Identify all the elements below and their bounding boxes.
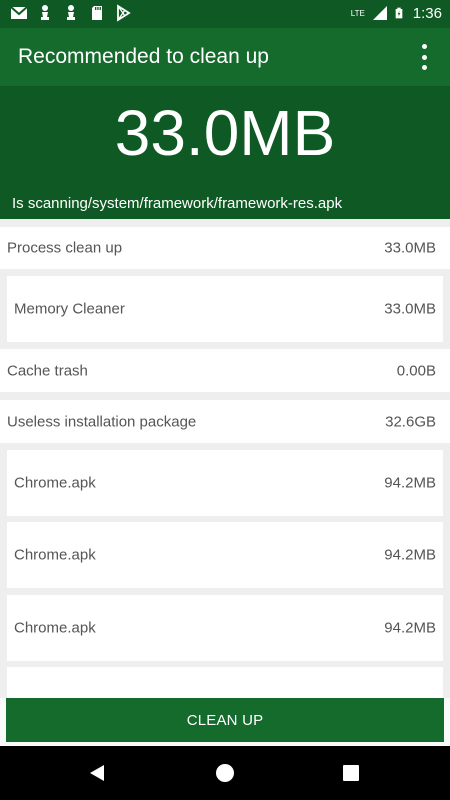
- more-vert-icon[interactable]: [412, 44, 436, 70]
- clean-list[interactable]: Process clean up 33.0MB Memory Cleaner 3…: [0, 219, 450, 698]
- list-item-useless-installation-package[interactable]: Useless installation package 32.6GB: [0, 400, 450, 443]
- battery-charging-icon: [395, 7, 403, 19]
- notification-icons: [10, 4, 132, 22]
- list-item-value: 33.0MB: [384, 300, 436, 318]
- page-title: Recommended to clean up: [18, 45, 269, 68]
- play-store-icon: [117, 4, 131, 22]
- network-label: LTE: [350, 8, 365, 18]
- list-item-memory-cleaner[interactable]: Memory Cleaner 33.0MB: [7, 276, 443, 342]
- app-bar: Recommended to clean up: [0, 28, 450, 86]
- list-item-label: Chrome.apk: [14, 474, 96, 492]
- system-status: LTE 1:36: [351, 4, 442, 22]
- clock: 1:36: [412, 4, 442, 22]
- list-item-apk[interactable]: Chrome.apk 94.2MB: [7, 522, 443, 588]
- list-item-value: 32.6GB: [385, 413, 436, 430]
- list-item-label: Memory Cleaner: [14, 300, 125, 318]
- clean-up-button[interactable]: CLEAN UP: [6, 698, 444, 742]
- sd-card-icon: [92, 6, 102, 20]
- list-item-label: Chrome.apk: [14, 546, 96, 564]
- list-item-value: 0.00B: [396, 362, 436, 379]
- chess-pawn-icon: [67, 5, 75, 20]
- list-item-label: Chrome.apk: [14, 619, 96, 637]
- list-item-apk[interactable]: Chrome.apk 94.2MB: [7, 450, 443, 516]
- list-item-value: 94.2MB: [384, 619, 436, 637]
- list-item-process-clean-up[interactable]: Process clean up 33.0MB: [0, 227, 450, 269]
- navigation-bar: [0, 746, 450, 800]
- button-bar: CLEAN UP: [0, 698, 450, 746]
- scan-path: Is scanning/system/framework/framework-r…: [12, 195, 343, 212]
- list-item-partial[interactable]: [7, 667, 443, 698]
- list-item-value: 94.2MB: [384, 546, 436, 564]
- list-item-value: 94.2MB: [384, 474, 436, 492]
- home-icon[interactable]: [216, 764, 234, 782]
- list-item-label: Process clean up: [7, 239, 123, 257]
- scan-summary: 33.0MB Is scanning/system/framework/fram…: [0, 86, 450, 219]
- list-item-label: Useless installation package: [7, 413, 197, 430]
- recents-icon[interactable]: [343, 765, 359, 781]
- list-item-cache-trash[interactable]: Cache trash 0.00B: [0, 349, 450, 392]
- list-item-value: 33.0MB: [384, 239, 436, 257]
- signal-icon: [372, 6, 387, 20]
- chess-pawn-icon: [41, 5, 49, 20]
- total-size: 33.0MB: [114, 97, 336, 169]
- list-item-apk[interactable]: Chrome.apk 94.2MB: [7, 595, 443, 661]
- gmail-icon: [10, 6, 28, 19]
- status-bar: LTE 1:36: [0, 0, 450, 28]
- list-item-label: Cache trash: [7, 362, 88, 379]
- back-icon[interactable]: [90, 765, 104, 781]
